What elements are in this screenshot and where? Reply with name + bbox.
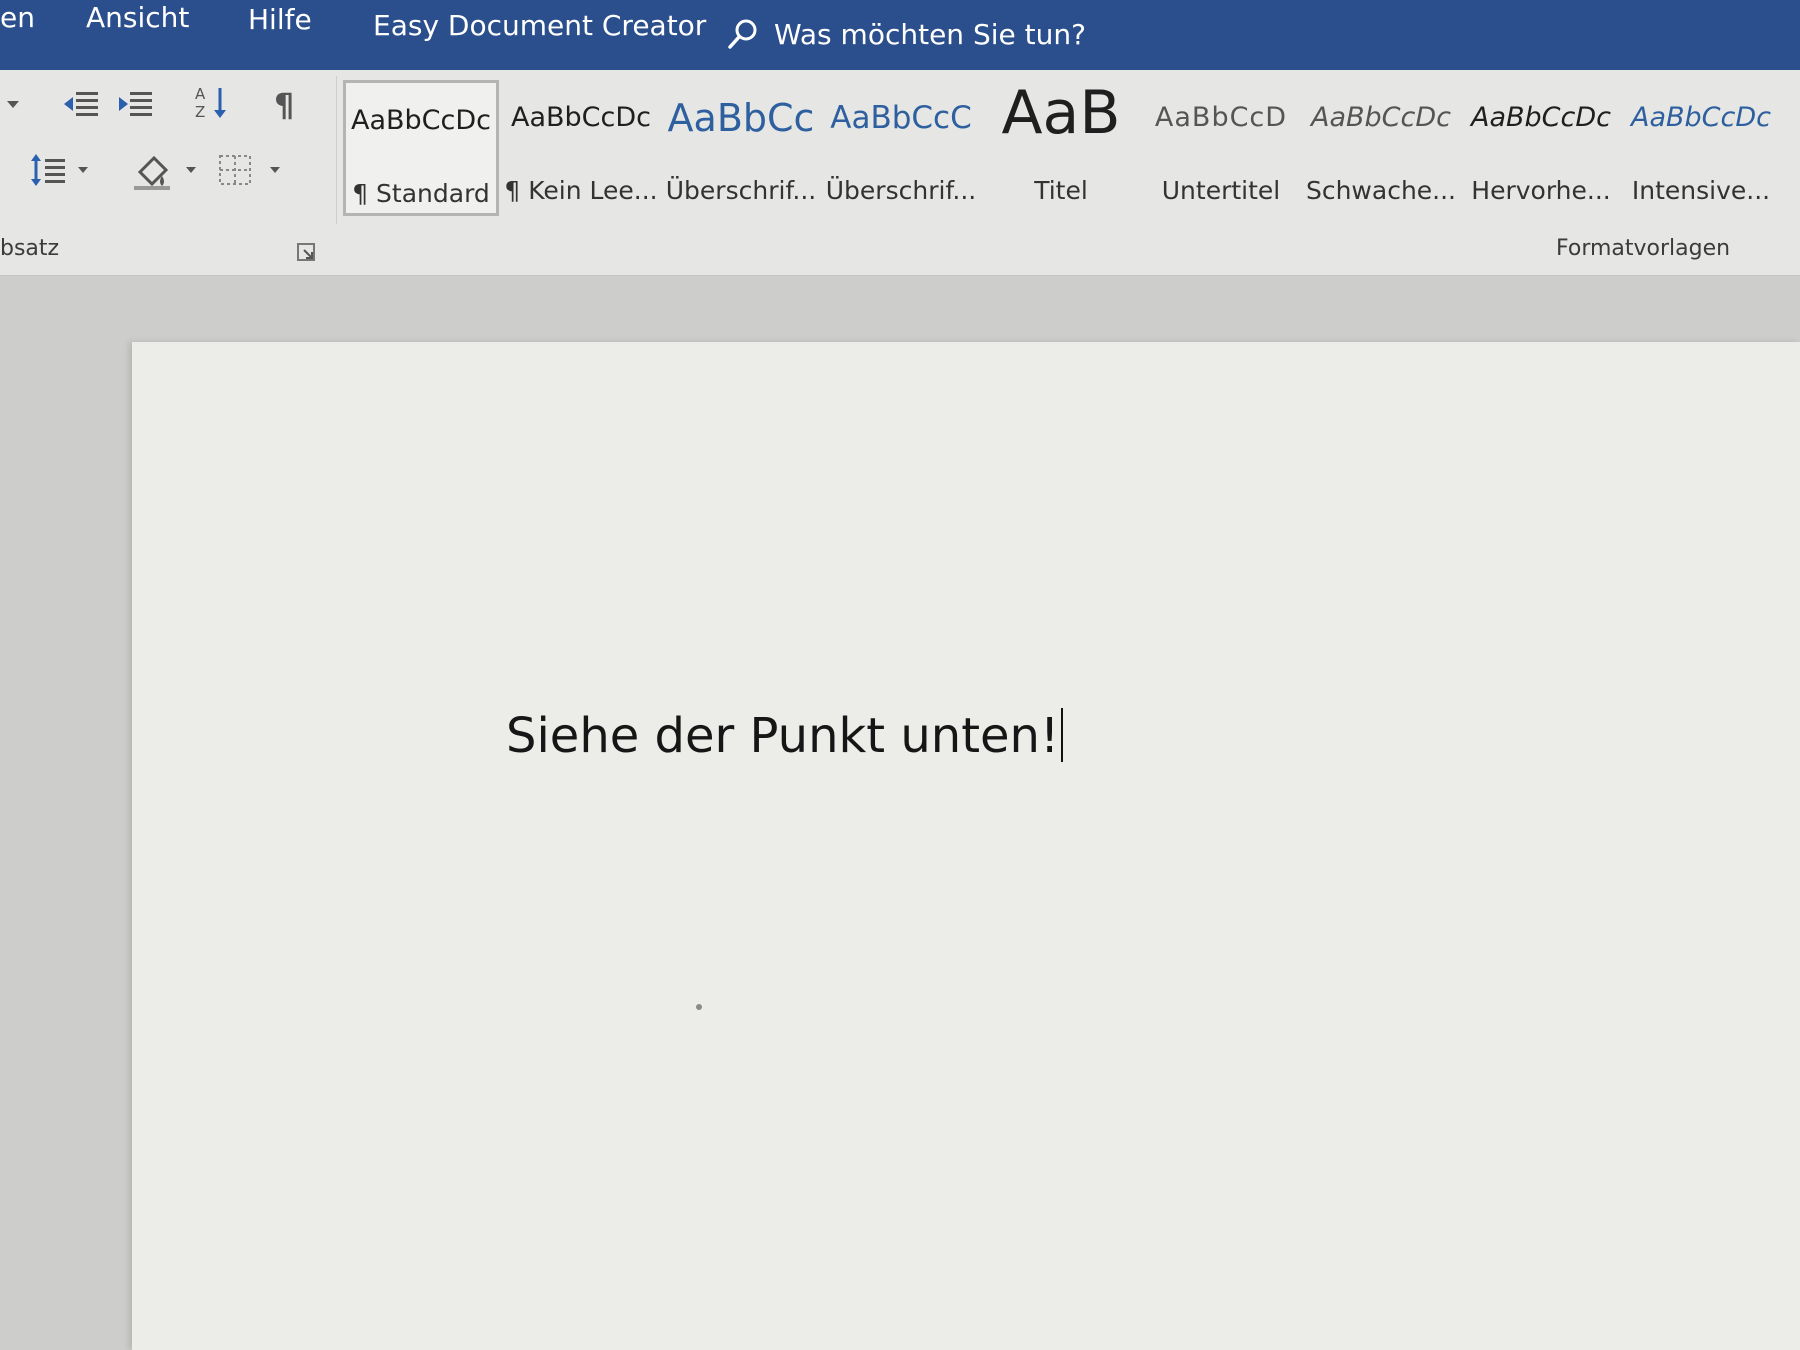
style-name: ¶ Kein Lee... bbox=[504, 176, 658, 205]
style-emphasis[interactable]: AaBbCcDc Hervorhe... bbox=[1463, 80, 1619, 216]
search-icon bbox=[728, 19, 757, 49]
tell-me-placeholder: Was möchten Sie tun? bbox=[774, 17, 1086, 51]
style-standard[interactable]: AaBbCcDc ¶ Standard bbox=[343, 80, 499, 216]
dropdown-arrow-icon[interactable] bbox=[2, 84, 24, 124]
style-preview: AaBbCcC bbox=[830, 100, 972, 136]
pilcrow-icon[interactable]: ¶ bbox=[268, 84, 308, 124]
style-no-spacing[interactable]: AaBbCcDc ¶ Kein Lee... bbox=[503, 80, 659, 216]
dot-mark bbox=[696, 1004, 702, 1010]
style-subtle-emphasis[interactable]: AaBbCcDc Schwache... bbox=[1303, 80, 1459, 216]
tell-me-search[interactable]: Was möchten Sie tun? bbox=[726, 12, 1086, 56]
style-name: Überschrif... bbox=[665, 176, 817, 205]
borders-icon[interactable] bbox=[216, 150, 288, 190]
style-preview: AaBbCcDc bbox=[510, 102, 651, 133]
styles-group-label: Formatvorlagen bbox=[1556, 236, 1731, 261]
decrease-indent-icon[interactable] bbox=[60, 84, 100, 124]
document-text: Siehe der Punkt unten! bbox=[506, 708, 1060, 764]
style-preview: AaBbCcDc bbox=[1470, 102, 1611, 133]
svg-text:A: A bbox=[195, 85, 206, 103]
style-preview: AaBbCcDc bbox=[350, 105, 491, 136]
style-heading-1[interactable]: AaBbCc Überschrif... bbox=[663, 80, 819, 216]
tab-easy-document-creator[interactable]: Easy Document Creator bbox=[373, 8, 706, 44]
document-body[interactable]: Siehe der Punkt unten! bbox=[506, 708, 1064, 764]
ribbon: A Z ¶ bsatz AaBbCcDc ¶ Standard AaBbCcDc… bbox=[0, 70, 1800, 276]
style-preview: AaBbCc bbox=[667, 96, 815, 140]
paragraph-group-label: bsatz bbox=[0, 236, 60, 261]
style-name: Überschrif... bbox=[825, 176, 977, 205]
ribbon-tab-bar: en Ansicht Hilfe Easy Document Creator W… bbox=[0, 0, 1800, 70]
text-cursor bbox=[1061, 708, 1064, 762]
style-preview: AaB bbox=[1001, 80, 1121, 148]
style-preview: AaBbCcD bbox=[1154, 102, 1288, 133]
style-name: Hervorhe... bbox=[1471, 176, 1611, 205]
tab-help[interactable]: Hilfe bbox=[248, 2, 312, 38]
style-name: Schwache... bbox=[1305, 176, 1457, 205]
shading-icon[interactable] bbox=[132, 150, 204, 190]
line-spacing-icon[interactable] bbox=[30, 150, 94, 190]
style-preview: AaBbCcDc bbox=[1310, 102, 1451, 133]
style-name: Titel bbox=[1034, 176, 1088, 205]
style-name: Intensive... bbox=[1631, 176, 1771, 205]
sort-icon[interactable]: A Z bbox=[192, 82, 232, 122]
styles-gallery: AaBbCcDc ¶ Standard AaBbCcDc ¶ Kein Lee.… bbox=[336, 76, 1800, 224]
style-title[interactable]: AaB Titel bbox=[983, 80, 1139, 216]
document-workspace: Siehe der Punkt unten! bbox=[0, 276, 1800, 1350]
style-preview: AaBbCcDc bbox=[1630, 102, 1771, 133]
style-heading-2[interactable]: AaBbCcC Überschrif... bbox=[823, 80, 979, 216]
svg-text:Z: Z bbox=[195, 103, 205, 121]
tab-partial[interactable]: en bbox=[0, 0, 35, 36]
style-name: ¶ Standard bbox=[352, 179, 490, 208]
style-name: Untertitel bbox=[1161, 176, 1281, 205]
tab-view[interactable]: Ansicht bbox=[86, 0, 189, 36]
paragraph-dialog-launcher-icon[interactable] bbox=[296, 242, 316, 262]
document-page[interactable]: Siehe der Punkt unten! bbox=[132, 342, 1800, 1350]
style-intense-emphasis[interactable]: AaBbCcDc Intensive... bbox=[1623, 80, 1779, 216]
style-subtitle[interactable]: AaBbCcD Untertitel bbox=[1143, 80, 1299, 216]
increase-indent-icon[interactable] bbox=[114, 84, 154, 124]
svg-text:¶: ¶ bbox=[274, 86, 294, 124]
